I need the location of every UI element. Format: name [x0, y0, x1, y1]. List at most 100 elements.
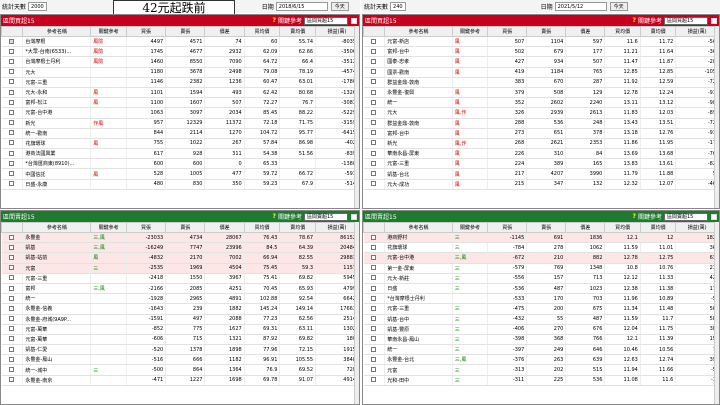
table-row[interactable]: 凱基-台中三 -432 55 487 11.59 11.7 58 — [363, 314, 719, 325]
row-checkbox[interactable] — [371, 346, 377, 352]
table-row[interactable]: 港商野村三 -1145 691 1836 12.1 12 182 — [363, 232, 719, 244]
table-row[interactable]: 統一-城中三 -500 864 1364 76.9 69.52 728 — [1, 364, 359, 376]
broker-name[interactable]: *台灣匯商東(8910)... — [22, 158, 92, 170]
column-header[interactable]: 賣均價 — [279, 222, 317, 233]
table-row[interactable]: 永豐金-信義 -1643 239 1882 145.24 149.14 17663 — [1, 303, 359, 315]
table-row[interactable]: 元富-萬華 -852 775 1627 69.31 63.11 1302 — [1, 324, 359, 335]
column-header[interactable] — [1, 26, 24, 37]
row-checkbox[interactable] — [9, 140, 15, 146]
row-checkbox[interactable] — [9, 234, 15, 240]
table-row[interactable]: 永豐金-台北 三,風 -376 263 639 12.63 12.74 39 — [363, 354, 719, 366]
broker-name[interactable]: 元大 — [22, 67, 92, 78]
row-checkbox[interactable] — [9, 377, 15, 383]
date-input[interactable]: 2021/5/12 — [554, 2, 607, 11]
row-checkbox[interactable] — [9, 285, 15, 291]
table-row[interactable]: 新光 作風 957 12329 11372 72.18 71.75 -3159 — [1, 118, 359, 129]
column-header[interactable]: 關鍵參考 — [451, 222, 489, 233]
row-checkbox[interactable] — [371, 79, 377, 85]
scrollbar[interactable] — [714, 222, 719, 404]
table-row[interactable]: 港商法國興業 617 928 311 54.38 51.56 -839 — [1, 148, 359, 160]
column-header[interactable]: 損益(萬) — [315, 222, 359, 233]
scrollbar[interactable] — [714, 26, 719, 208]
broker-name[interactable]: 統一-歡南 — [22, 128, 92, 139]
panel-mode-dropdown[interactable]: 區間賣超15 — [304, 212, 348, 221]
broker-name[interactable]: *台灣摩根士丹利 — [384, 293, 453, 305]
column-header[interactable] — [1, 222, 24, 233]
broker-name[interactable]: 元富 — [384, 364, 453, 376]
table-row[interactable]: 永豐金 三,風 -23033 4734 28067 76.43 78.67 86152 — [1, 232, 359, 244]
broker-name[interactable]: 統一 — [384, 97, 453, 109]
broker-name[interactable]: 永豐金-信義 — [22, 303, 92, 315]
row-checkbox[interactable] — [371, 265, 377, 271]
date-input[interactable]: 2018/6/15 — [275, 2, 328, 11]
row-checkbox[interactable] — [9, 316, 15, 322]
table-row[interactable]: 統一風 352 2602 2240 13.11 13.12 -98 — [363, 97, 719, 109]
help-icon[interactable]: ? — [273, 213, 276, 220]
table-row[interactable]: 富邦 三,風 -2166 2085 4251 70.45 65.93 4799 — [1, 283, 359, 295]
column-header[interactable]: 買張 — [487, 222, 528, 233]
column-header[interactable]: 買均價 — [604, 222, 641, 233]
column-header[interactable]: 買張 — [487, 26, 528, 37]
broker-name[interactable]: 新光 — [22, 118, 92, 129]
broker-name[interactable]: 凱基-仁愛 — [22, 344, 92, 356]
table-row[interactable]: 花旗環球三 -784 278 1062 11.59 11.01 36 — [363, 242, 719, 254]
row-checkbox[interactable] — [9, 356, 15, 362]
table-row[interactable]: 元大 風,作 326 2939 2613 11.83 12.03 -89 — [363, 107, 719, 119]
row-checkbox[interactable] — [9, 346, 15, 352]
broker-name[interactable]: 元富 — [22, 263, 92, 274]
column-header[interactable]: 參考名稱 — [22, 26, 92, 37]
column-header[interactable]: 損益(萬) — [675, 222, 719, 233]
column-header[interactable]: 賣張 — [526, 222, 567, 233]
broker-name[interactable]: 國票-歡南 — [384, 67, 453, 78]
broker-name[interactable]: 台灣摩根士丹利 — [22, 56, 92, 68]
table-row[interactable]: 元大-成功風 215 347 132 12.32 12.07 -46 — [363, 179, 719, 190]
row-checkbox[interactable] — [371, 109, 377, 115]
broker-name[interactable]: 元大 — [384, 107, 453, 119]
broker-name[interactable]: 日盛 — [384, 283, 453, 295]
broker-name[interactable]: 凱基-站前 — [22, 252, 92, 264]
broker-name[interactable]: 華南永昌-鳳山 — [384, 334, 453, 346]
row-checkbox[interactable] — [371, 336, 377, 342]
table-row[interactable]: 台灣摩根士丹利 風險 1460 8550 7090 64.72 66.4 -3512 — [1, 56, 359, 68]
column-header[interactable]: 關鍵參考 — [90, 222, 127, 233]
row-checkbox[interactable] — [371, 316, 377, 322]
row-checkbox[interactable] — [371, 181, 377, 187]
table-row[interactable]: 元富-新店風 507 1104 597 11.6 11.72 -56 — [363, 36, 719, 48]
table-row[interactable]: 統一-歡南 844 2114 1270 104.72 95.77 -6415 — [1, 128, 359, 139]
table-row[interactable]: 日盛三 -536 487 1023 12.38 11.38 17 — [363, 283, 719, 295]
column-header[interactable]: 關鍵參考 — [451, 26, 489, 37]
table-row[interactable]: 台灣摩根 風險 4497 4571 74 60 55.74 -8035 — [1, 36, 359, 48]
table-row[interactable]: *大眾-台南(6533)... 風險 1745 4677 2932 62.09 62.66-… — [1, 46, 359, 58]
row-checkbox[interactable] — [371, 140, 377, 146]
table-row[interactable]: 元富三 -2535 1969 4504 75.45 59.3 1157 — [1, 263, 359, 274]
column-header[interactable]: 價差 — [565, 222, 606, 233]
broker-name[interactable]: 元大-新莊 — [384, 273, 453, 284]
broker-name[interactable]: 中國信託 — [22, 168, 92, 180]
row-checkbox[interactable] — [9, 181, 15, 187]
row-checkbox[interactable] — [371, 377, 377, 383]
broker-name[interactable]: *大眾-台南(6533)... — [22, 46, 92, 58]
table-row[interactable]: 凱基 三,風 -16249 7747 23996 84.5 64.39 20484 — [1, 242, 359, 254]
broker-name[interactable]: 群益金鼎-敦南 — [384, 77, 453, 88]
table-row[interactable]: 華南永昌-鳳山三 -398 368 766 12.1 11.39 15 — [363, 334, 719, 346]
table-row[interactable]: 統一三-39724964610.4610.567 — [363, 344, 719, 356]
table-row[interactable]: 國泰-忠孝風 427 934 507 11.47 11.87 -28 — [363, 56, 719, 68]
panel-mode-dropdown[interactable]: 區間買超15 — [304, 16, 348, 25]
stat-days-select[interactable]: 2000 — [28, 2, 47, 11]
table-row[interactable]: 元富三-31320251511.9411.66-5 — [363, 364, 719, 376]
row-checkbox[interactable] — [371, 367, 377, 373]
column-header[interactable]: 賣張 — [165, 26, 206, 37]
table-row[interactable]: 第一金-屏東三 -579 769 1348 10.8 10.76 21 — [363, 263, 719, 274]
row-checkbox[interactable] — [371, 130, 377, 136]
table-row[interactable]: 元富-三重 1146 2382 1236 60.47 63.01 -1780 — [1, 77, 359, 88]
help-icon[interactable]: ? — [273, 17, 276, 24]
today-button[interactable]: 今天 — [609, 2, 628, 11]
row-checkbox[interactable] — [9, 160, 15, 166]
table-row[interactable]: 元富-台中港 三,風 -672 210 882 12.78 12.75 63 — [363, 252, 719, 264]
broker-name[interactable]: 凱基-台中 — [384, 314, 453, 325]
table-row[interactable]: 元大-新莊三 -556 157 713 12.12 11.33 42 — [363, 273, 719, 284]
broker-name[interactable]: 富邦-台中 — [384, 46, 453, 58]
row-checkbox[interactable] — [9, 109, 15, 115]
row-checkbox[interactable] — [9, 48, 15, 54]
row-checkbox[interactable] — [9, 58, 15, 64]
